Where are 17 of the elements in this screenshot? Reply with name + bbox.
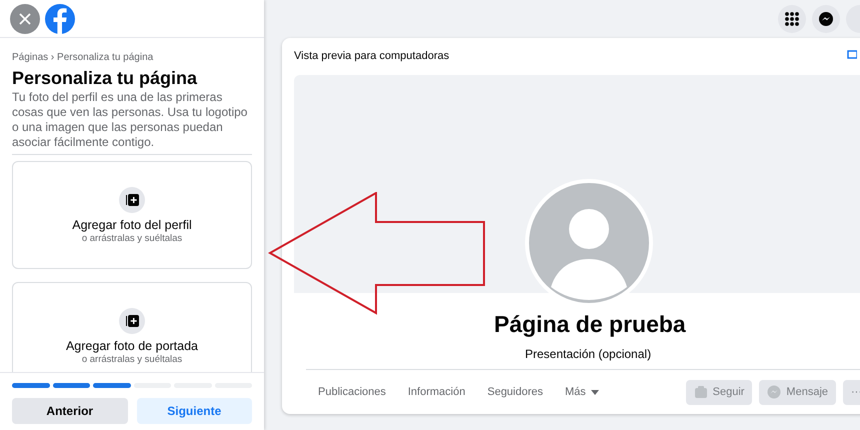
profile-tab[interactable]: Información — [398, 377, 476, 408]
upload-hint: o arrástralas y suéltalas — [82, 233, 182, 245]
profile-tab[interactable]: Más — [555, 377, 609, 408]
nav-button[interactable]: Siguiente — [136, 398, 252, 424]
description: Tu foto del perfil es una de las primeras cosas que ven las personas. Usa tu logotipo o una imagen que las personas puedan asociar fácilmente contigo. — [12, 90, 248, 150]
preview-title: Vista previa para computadoras — [294, 49, 450, 64]
upload-hint: o arrástralas y suéltalas — [82, 354, 182, 366]
upload-title: Agregar foto del perfil — [72, 218, 192, 233]
upload-title: Agregar foto de portada — [66, 339, 198, 354]
profile-tab[interactable]: Seguidores — [477, 377, 554, 408]
page-name: Página de prueba — [494, 311, 686, 338]
breadcrumb: Páginas › Personaliza tu página — [12, 51, 154, 65]
page-heading: Personaliza tu página — [12, 67, 198, 89]
nav-button[interactable]: Anterior — [12, 398, 128, 424]
page-subtitle: Presentación (opcional) — [525, 346, 652, 364]
upload-card[interactable]: Agregar foto del perfil o arrástralas y suéltalas — [12, 161, 252, 269]
profile-tab[interactable]: Publicaciones — [308, 377, 396, 408]
